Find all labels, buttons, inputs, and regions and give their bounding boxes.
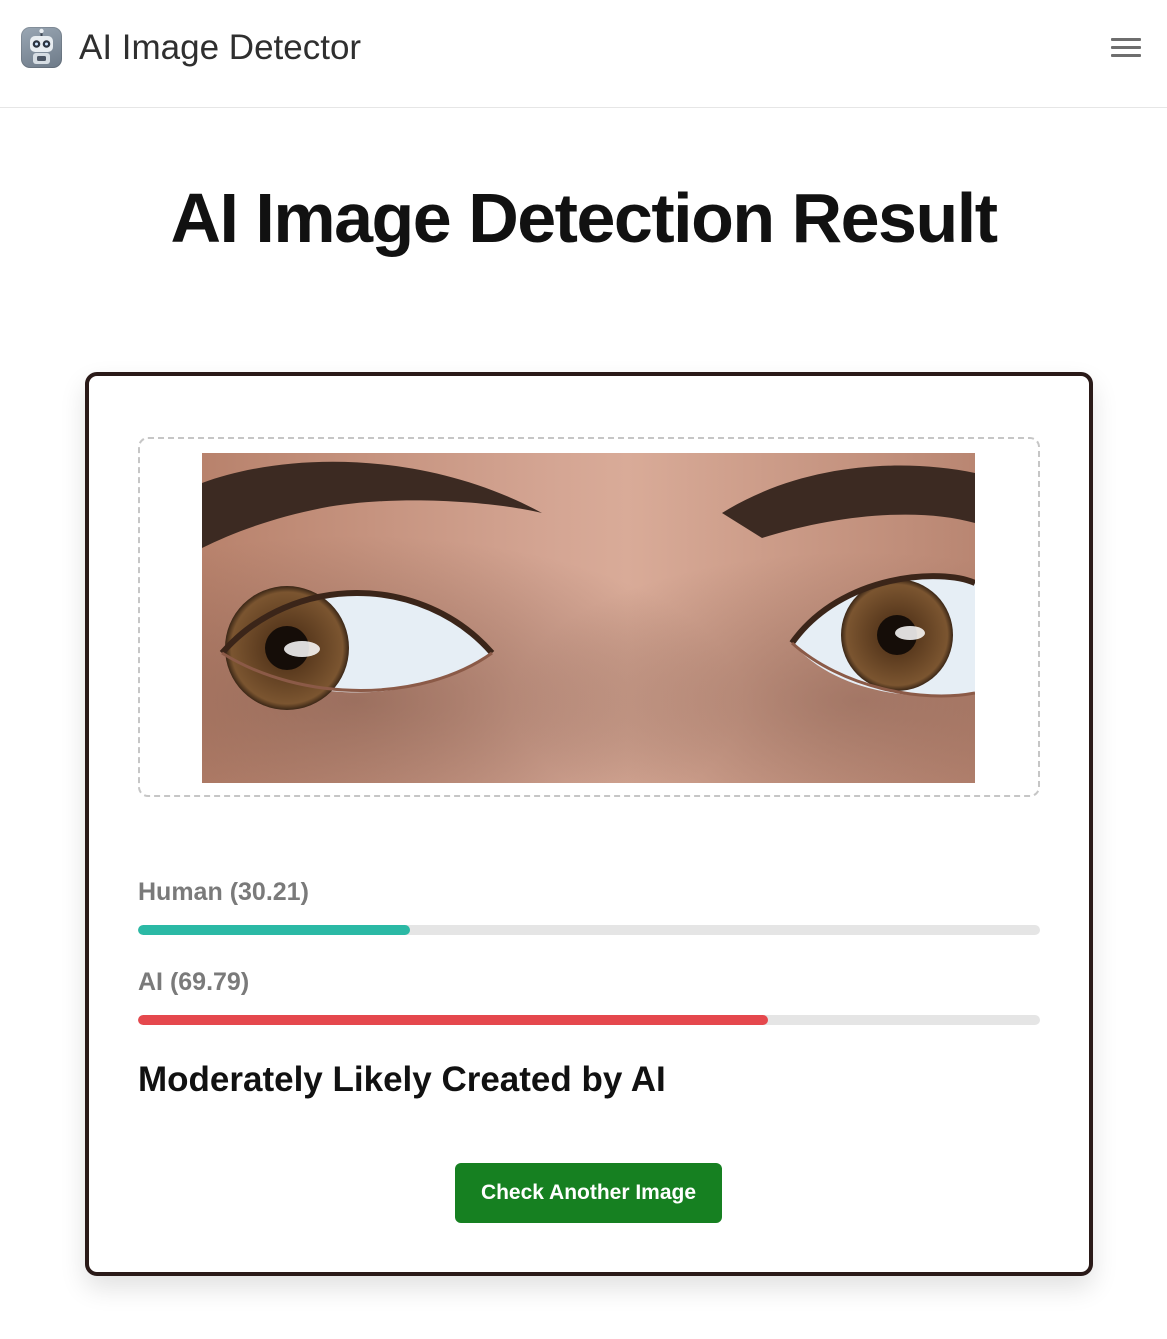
ai-score-bar: [138, 1015, 1040, 1025]
top-navbar: AI Image Detector: [0, 0, 1167, 108]
human-score-label: Human (30.21): [138, 878, 309, 906]
human-score-bar: [138, 925, 1040, 935]
ai-score-label: AI (69.79): [138, 968, 250, 996]
result-card: Human (30.21) AI (69.79) Moderately Like…: [85, 372, 1093, 1276]
hamburger-menu-icon[interactable]: [1105, 33, 1147, 63]
human-score-bar-fill: [138, 925, 411, 935]
verdict-text: Moderately Likely Created by AI: [138, 1060, 666, 1099]
image-dropzone[interactable]: [138, 437, 1040, 797]
robot-icon[interactable]: [21, 27, 62, 68]
uploaded-image-preview: [202, 453, 977, 783]
page-title: AI Image Detection Result: [170, 179, 998, 257]
brand-name[interactable]: AI Image Detector: [79, 26, 361, 70]
check-another-image-button[interactable]: Check Another Image: [455, 1163, 722, 1223]
ai-score-bar-fill: [138, 1015, 768, 1025]
